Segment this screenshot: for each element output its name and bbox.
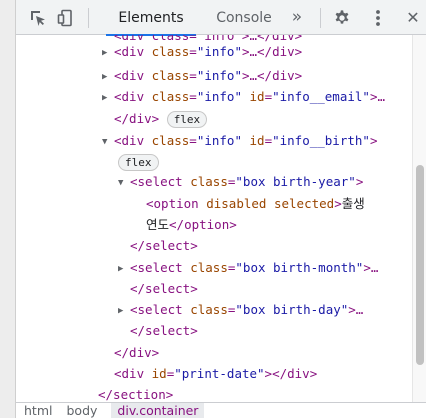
closing-tag: </div>	[114, 111, 160, 126]
tag-rest: >…	[348, 302, 364, 317]
tag-name: <div	[114, 89, 145, 104]
closing-tag: </select>	[130, 323, 198, 338]
tree-row[interactable]: </div> flex	[114, 108, 208, 129]
tag-rest: >	[369, 133, 378, 148]
closing-tag: </select>	[130, 281, 198, 296]
dom-tree: <div class="info">…</div> ▶ <div class="i…	[16, 35, 412, 402]
tab-elements[interactable]: Elements	[106, 0, 196, 36]
attr-name: id	[249, 133, 265, 148]
tree-row[interactable]: ▶ <select class="box birth-month">…	[118, 257, 378, 278]
close-icon[interactable]: ✕	[400, 5, 426, 29]
breadcrumb-item-active[interactable]: div.container	[111, 403, 205, 418]
device-toolbar-icon[interactable]	[54, 6, 78, 30]
tag-name: <div	[114, 44, 145, 59]
tag-rest: >…	[369, 89, 385, 104]
attr-name: class	[190, 260, 228, 275]
tree-row[interactable]: ▼ <div class="info" id="info__birth">	[102, 130, 377, 151]
collapse-triangle-icon[interactable]: ▼	[118, 173, 130, 194]
attr-name: selected	[273, 196, 335, 211]
tag-rest: >	[355, 174, 364, 189]
closing-tag: </option>	[169, 217, 237, 232]
vertical-scrollbar[interactable]	[412, 35, 426, 402]
tree-row: flex	[118, 151, 159, 172]
tree-row[interactable]: </select>	[130, 235, 198, 256]
tree-row[interactable]: ▼ <select class="box birth-year">	[118, 171, 363, 192]
tab-console-label: Console	[216, 9, 272, 26]
tree-row[interactable]: </select>	[130, 278, 198, 299]
tree-row[interactable]: <div id="print-date"></div>	[114, 363, 317, 384]
attr-value: "info"	[196, 44, 242, 59]
attr-name: class	[190, 302, 228, 317]
tree-row[interactable]: ▶ <div class="info">…</div>	[102, 65, 302, 86]
tree-row[interactable]: <option disabled selected>출생	[146, 193, 365, 214]
tag-name: <div	[114, 133, 145, 148]
tag-rest: >…</div>	[241, 44, 303, 59]
attr-name: disabled	[206, 196, 267, 211]
attr-name: id	[151, 366, 167, 381]
attr-name: class	[151, 68, 190, 83]
tag-name: <option	[146, 196, 199, 211]
attr-value: "box birth-day"	[235, 302, 349, 317]
attr-value: "box birth-month"	[235, 260, 364, 275]
text-node: 출생	[341, 196, 365, 211]
tree-row[interactable]: 연도</option>	[146, 214, 237, 235]
expand-triangle-icon[interactable]: ▶	[118, 301, 130, 322]
expand-triangle-icon[interactable]: ▶	[118, 259, 130, 280]
expand-triangle-icon[interactable]: ▶	[102, 88, 114, 109]
attr-value: "info__birth"	[272, 133, 370, 148]
attr-value: "info"	[196, 133, 242, 148]
tab-elements-label: Elements	[118, 9, 184, 26]
scrollbar-thumb[interactable]	[416, 165, 424, 365]
closing-tag: </div>	[114, 345, 160, 360]
tag-name: <select	[130, 260, 183, 275]
attr-name: id	[249, 89, 265, 104]
closing-tag: </select>	[130, 238, 198, 253]
tree-row[interactable]: </section>	[98, 384, 173, 402]
attr-value: "print-date"	[174, 366, 265, 381]
tag-rest: >…</div>	[241, 68, 303, 83]
attr-name: class	[190, 174, 228, 189]
closing-tag: </section>	[98, 387, 174, 402]
double-chevron-icon[interactable]: »	[284, 5, 310, 29]
gear-icon[interactable]	[330, 6, 354, 30]
inspected-page-edge	[0, 0, 16, 418]
attr-name: class	[151, 44, 190, 59]
tag-name: <div	[114, 68, 145, 83]
tab-console[interactable]: Console	[202, 0, 286, 35]
devtools-toolbar: Elements Console » ✕	[16, 0, 426, 36]
flex-badge[interactable]: flex	[118, 154, 159, 171]
breadcrumb-item[interactable]: body	[66, 403, 97, 418]
tag-name: <div	[114, 366, 145, 381]
tree-row[interactable]: ▶ <div class="info" id="info__email">…	[102, 86, 385, 107]
tree-row[interactable]: ▶ <select class="box birth-day">…	[118, 299, 363, 320]
tag-name: <select	[130, 302, 183, 317]
attr-value: "info__email"	[272, 89, 370, 104]
tree-row[interactable]: </select>	[130, 320, 198, 341]
collapse-triangle-icon[interactable]: ▼	[102, 132, 114, 153]
attr-value: "info"	[196, 89, 242, 104]
attr-name: class	[151, 89, 190, 104]
tag-rest: ></div>	[264, 366, 318, 381]
tag-rest: >	[334, 196, 342, 211]
breadcrumb: html body div.container	[16, 402, 426, 418]
tag-name: <select	[130, 174, 183, 189]
toolbar-separator	[88, 8, 89, 28]
text-node: 연도	[146, 217, 170, 232]
attr-value: "info"	[196, 68, 242, 83]
expand-triangle-icon[interactable]: ▶	[102, 67, 114, 88]
kebab-menu-icon[interactable]	[366, 6, 390, 30]
breadcrumb-item[interactable]: html	[24, 403, 52, 418]
attr-name: class	[151, 133, 190, 148]
attr-value: "box birth-year"	[235, 174, 356, 189]
tag-rest: >…	[363, 260, 379, 275]
toolbar-separator	[320, 8, 321, 28]
expand-triangle-icon[interactable]: ▶	[102, 43, 114, 64]
tree-row[interactable]: ▶ <div class="info">…</div>	[102, 41, 302, 62]
tree-row[interactable]: </div>	[114, 342, 159, 363]
inspect-pointer-icon[interactable]	[26, 6, 50, 30]
flex-badge[interactable]: flex	[166, 111, 208, 128]
